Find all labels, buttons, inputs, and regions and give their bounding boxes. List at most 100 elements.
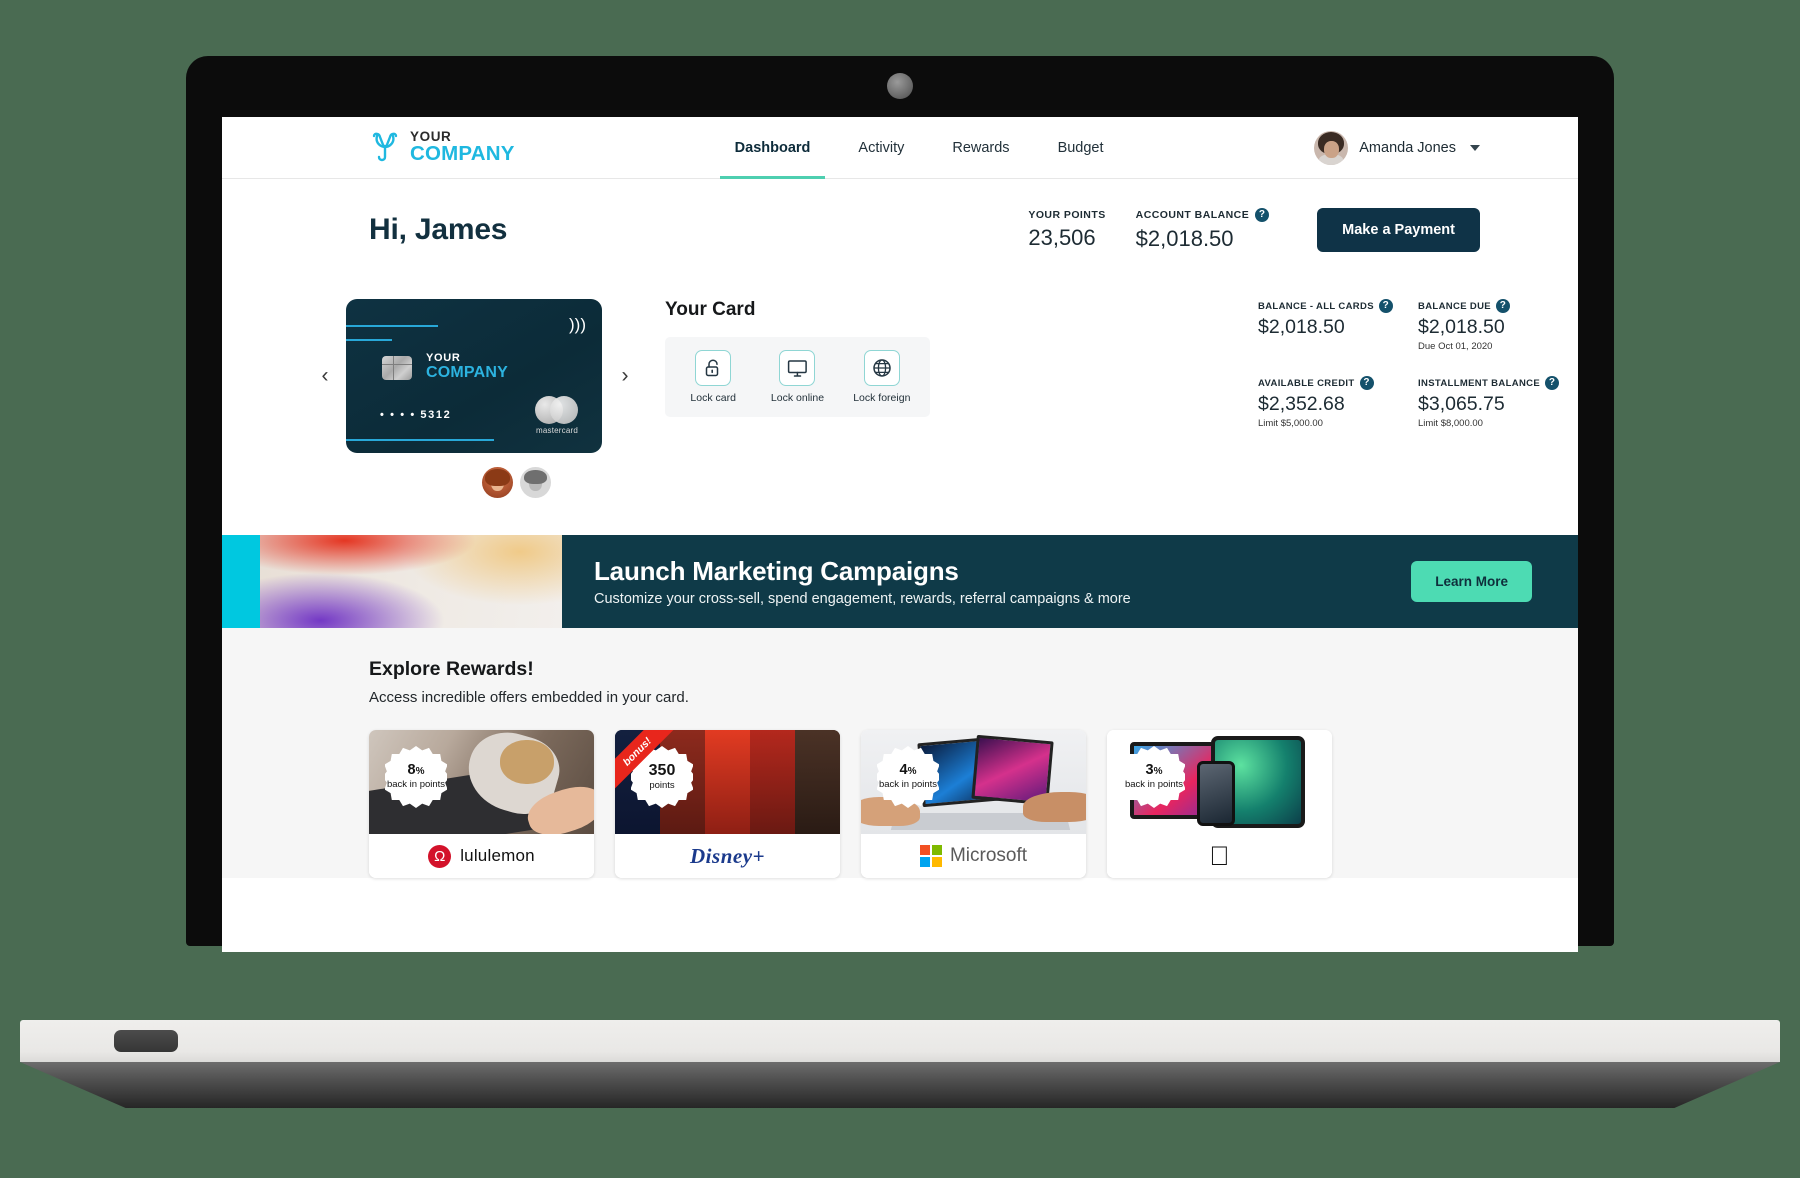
learn-more-button[interactable]: Learn More xyxy=(1411,561,1532,602)
nav-item-dashboard[interactable]: Dashboard xyxy=(711,117,835,179)
lock-online-control[interactable]: Lock online xyxy=(759,350,835,404)
badge-value: 8 xyxy=(407,762,416,779)
installment-balance-sub: Limit $8,000.00 xyxy=(1418,418,1483,429)
reward-card-lululemon[interactable]: 8% back in points lululemon xyxy=(369,730,594,878)
card-holder-avatar-2[interactable] xyxy=(520,467,551,498)
reward-card-list: 8% back in points lululemon bonus! 350 p… xyxy=(369,730,1578,878)
promo-gradient-image xyxy=(260,535,562,628)
lock-card-label: Lock card xyxy=(690,392,736,404)
reward-brand-disney: Disney+ xyxy=(615,834,840,878)
installment-balance: INSTALLMENT BALANCE? $3,065.75 Limit $8,… xyxy=(1418,376,1578,429)
nav-item-rewards[interactable]: Rewards xyxy=(928,117,1033,179)
reward-image-disney: bonus! 350 points xyxy=(615,730,840,834)
page-title: Hi, James xyxy=(369,213,508,246)
available-credit-sub: Limit $5,000.00 xyxy=(1258,418,1323,429)
chevron-down-icon[interactable] xyxy=(1470,144,1480,151)
reward-image-lululemon: 8% back in points xyxy=(369,730,594,834)
globe-icon xyxy=(863,350,900,386)
reward-image-apple: 3% back in points xyxy=(1107,730,1332,834)
card-holder-avatar-1[interactable] xyxy=(482,467,513,498)
apple-logo-icon:  xyxy=(1209,842,1229,870)
laptop-base xyxy=(20,1020,1780,1062)
reward-brand-microsoft: Microsoft xyxy=(861,834,1086,878)
available-credit-label: AVAILABLE CREDIT xyxy=(1258,377,1355,389)
help-circle-icon[interactable]: ? xyxy=(1545,376,1560,390)
reward-card-microsoft[interactable]: 4% back in points Microsoft xyxy=(861,730,1086,878)
brand-line-2: COMPANY xyxy=(410,141,515,165)
make-a-payment-button[interactable]: Make a Payment xyxy=(1317,208,1480,252)
browser-viewport: YOUR COMPANY Dashboard Activity Rewards … xyxy=(222,117,1578,952)
installment-balance-label: INSTALLMENT BALANCE xyxy=(1418,377,1541,389)
reward-card-disney[interactable]: bonus! 350 points Disney+ xyxy=(615,730,840,878)
promo-subtitle: Customize your cross-sell, spend engagem… xyxy=(594,591,1131,607)
user-menu[interactable]: Amanda Jones xyxy=(1314,130,1480,165)
mastercard-label: mastercard xyxy=(535,426,578,435)
lululemon-logo-icon xyxy=(428,844,452,868)
installment-balance-value: $3,065.75 xyxy=(1418,393,1505,415)
microsoft-logo-icon xyxy=(919,845,942,867)
badge-sub: back in points xyxy=(878,778,938,790)
balance-grid: BALANCE - ALL CARDS? $2,018.50 BALANCE D… xyxy=(1258,299,1578,453)
nav-item-activity[interactable]: Activity xyxy=(834,117,928,179)
badge-sub: back in points xyxy=(386,778,446,790)
reward-badge: 3% back in points xyxy=(1123,746,1185,808)
monitor-icon xyxy=(779,350,816,386)
account-summary: YOUR POINTS 23,506 ACCOUNT BALANCE ? $2,… xyxy=(1028,208,1480,252)
available-credit-value: $2,352.68 xyxy=(1258,393,1345,415)
laptop-foot xyxy=(20,1062,1780,1108)
available-credit: AVAILABLE CREDIT? $2,352.68 Limit $5,000… xyxy=(1258,376,1418,429)
balance-all-cards: BALANCE - ALL CARDS? $2,018.50 xyxy=(1258,299,1418,352)
summary-balance-value: $2,018.50 xyxy=(1135,226,1234,251)
badge-value: 350 xyxy=(648,761,676,779)
unlock-icon xyxy=(695,350,732,386)
balance-due: BALANCE DUE? $2,018.50 Due Oct 01, 2020 xyxy=(1418,299,1578,352)
brand-name: Microsoft xyxy=(949,845,1028,866)
webcam-icon xyxy=(887,73,913,99)
chevron-right-icon[interactable]: › xyxy=(614,365,636,387)
summary-points-value: 23,506 xyxy=(1028,225,1096,250)
credit-card[interactable]: ))) YOUR COMPANY • • • • 5312 mastercard xyxy=(346,299,602,453)
summary-balance-label-row: ACCOUNT BALANCE ? xyxy=(1136,208,1270,222)
card-holder-avatars xyxy=(482,467,551,498)
summary-balance-label: ACCOUNT BALANCE xyxy=(1135,209,1250,221)
reward-brand-apple:  xyxy=(1107,834,1332,878)
card-details: Your Card Lock card Lock online Lock for… xyxy=(644,299,1578,535)
summary-points-label: YOUR POINTS xyxy=(1028,209,1106,221)
promo-title: Launch Marketing Campaigns xyxy=(594,556,959,586)
reward-card-apple[interactable]: 3% back in points  xyxy=(1107,730,1332,878)
contactless-icon: ))) xyxy=(569,315,586,334)
badge-value: 3 xyxy=(1145,762,1154,779)
rewards-title: Explore Rewards! xyxy=(369,658,534,680)
promo-banner: Launch Marketing Campaigns Customize you… xyxy=(222,535,1578,628)
card-number: • • • • 5312 xyxy=(380,409,452,421)
balance-all-cards-value: $2,018.50 xyxy=(1258,316,1345,338)
help-circle-icon[interactable]: ? xyxy=(1496,299,1510,313)
promo-color-swatch xyxy=(222,535,260,628)
badge-unit: % xyxy=(415,766,425,778)
brand-logo[interactable]: YOUR COMPANY xyxy=(369,130,515,165)
reward-badge: 4% back in points xyxy=(877,746,939,808)
nav-item-budget[interactable]: Budget xyxy=(1034,117,1128,179)
lock-online-label: Lock online xyxy=(770,392,825,404)
card-section: ‹ › ))) YOUR COMPANY • • • • 5312 master… xyxy=(222,281,1578,535)
brand-name: lululemon xyxy=(460,846,535,865)
balance-due-value: $2,018.50 xyxy=(1418,316,1505,338)
lock-card-control[interactable]: Lock card xyxy=(675,350,751,404)
badge-unit: % xyxy=(1153,766,1163,778)
top-navigation-bar: YOUR COMPANY Dashboard Activity Rewards … xyxy=(222,117,1578,179)
laptop-notch xyxy=(114,1030,178,1052)
user-name: Amanda Jones xyxy=(1359,139,1456,156)
help-circle-icon[interactable]: ? xyxy=(1359,376,1374,390)
rewards-subtitle: Access incredible offers embedded in you… xyxy=(369,689,689,706)
chevron-left-icon[interactable]: ‹ xyxy=(314,365,336,387)
reward-brand-lululemon: lululemon xyxy=(369,834,594,878)
main-nav: Dashboard Activity Rewards Budget xyxy=(711,117,1128,179)
help-circle-icon[interactable]: ? xyxy=(1378,299,1393,313)
brand-name: Disney+ xyxy=(690,843,765,868)
promo-content: Launch Marketing Campaigns Customize you… xyxy=(562,535,1578,628)
help-circle-icon[interactable]: ? xyxy=(1255,208,1270,222)
trefoil-logo-icon xyxy=(372,132,398,162)
badge-value: 4 xyxy=(899,762,908,779)
lock-foreign-control[interactable]: Lock foreign xyxy=(844,350,920,404)
mastercard-logo-icon: mastercard xyxy=(528,396,586,435)
